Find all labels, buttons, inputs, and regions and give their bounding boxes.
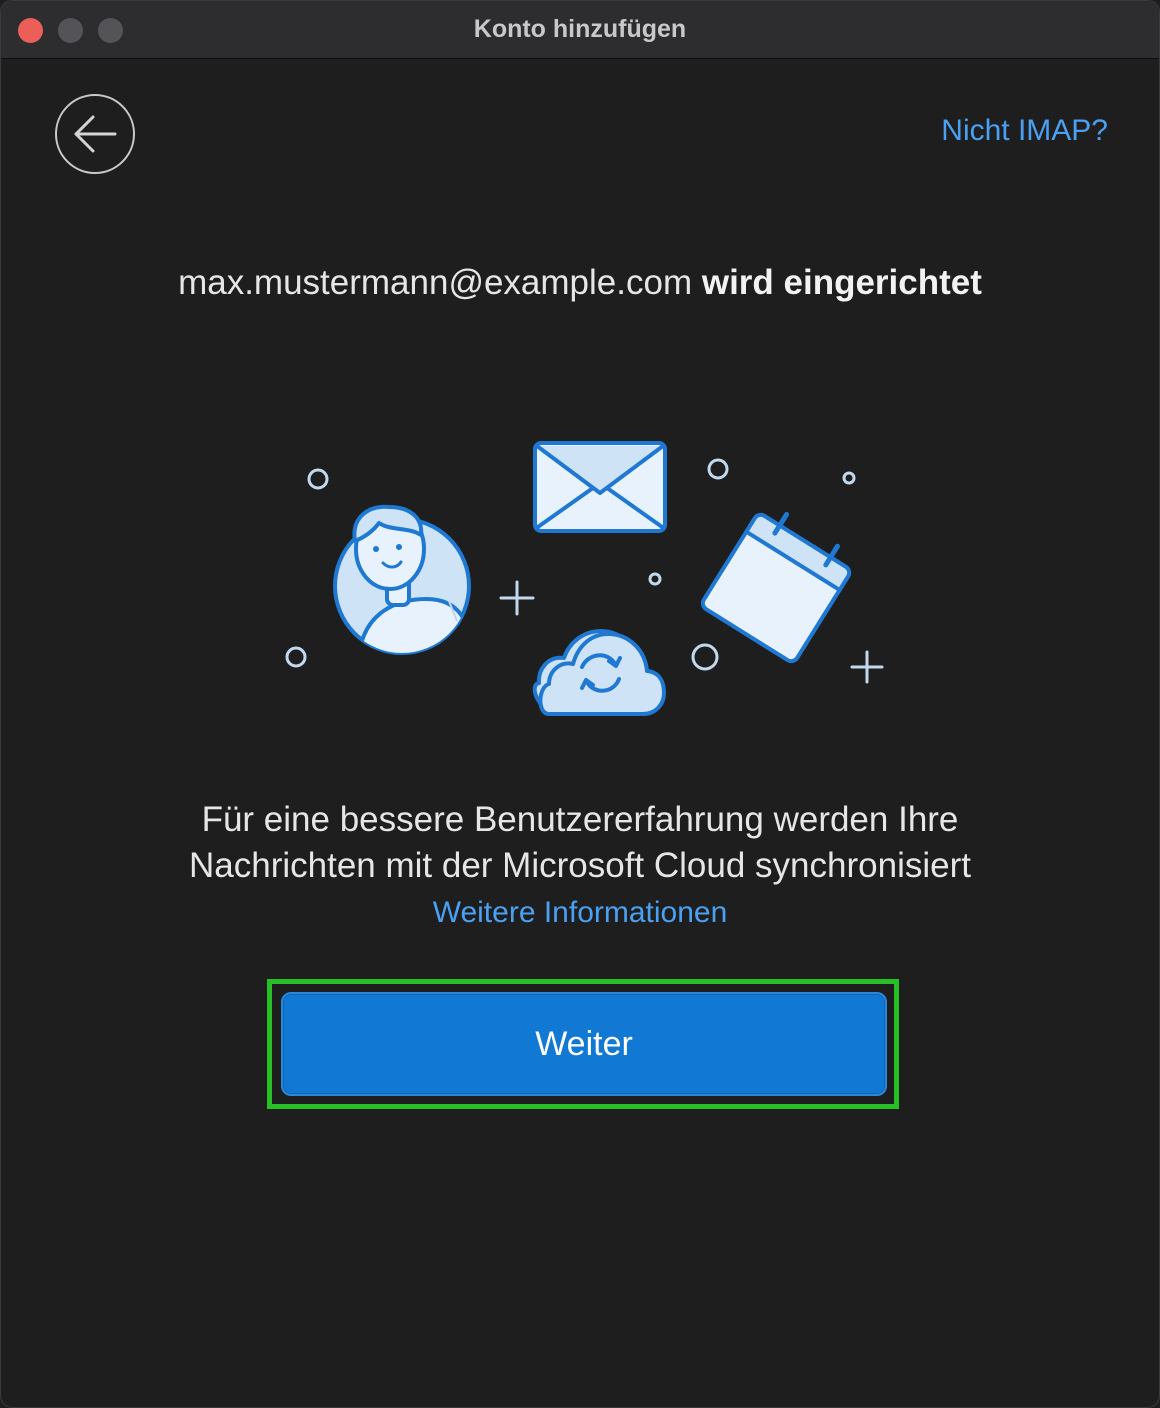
decor-circle-icon: [307, 468, 329, 490]
description-line: Für eine bessere Benutzererfahrung werde…: [201, 800, 959, 839]
cloud-sync-icon: [532, 629, 666, 716]
sync-illustration: [285, 441, 884, 716]
sync-description: Für eine bessere Benutzererfahrung werde…: [61, 797, 1099, 889]
add-account-window: Konto hinzufügen Nicht IMAP? max.musterm…: [0, 0, 1160, 1408]
plus-icon: [850, 650, 884, 684]
calendar-icon: [700, 511, 852, 664]
arrow-left-icon: [74, 115, 117, 153]
more-info-link[interactable]: Weitere Informationen: [433, 896, 728, 929]
more-info-row: Weitere Informationen: [1, 896, 1159, 930]
decor-circle-icon: [285, 646, 307, 668]
continue-button[interactable]: Weiter: [281, 992, 887, 1096]
not-imap-link[interactable]: Nicht IMAP?: [941, 114, 1108, 148]
decor-circle-icon: [691, 643, 719, 671]
window-title: Konto hinzufügen: [473, 15, 687, 43]
account-email: max.mustermann@example.com: [178, 263, 693, 302]
description-line: Nachrichten mit der Microsoft Cloud sync…: [189, 846, 971, 885]
decor-circle-icon: [707, 458, 729, 480]
decor-circle-icon: [648, 572, 662, 586]
back-button[interactable]: [55, 94, 135, 174]
decor-circle-icon: [842, 471, 856, 485]
setup-status: wird eingerichtet: [701, 263, 982, 302]
mail-envelope-icon: [533, 441, 667, 533]
plus-icon: [499, 580, 535, 616]
setup-heading: max.mustermann@example.com wird eingeric…: [1, 263, 1159, 303]
title-bar: Konto hinzufügen: [1, 1, 1159, 59]
user-avatar-icon: [333, 504, 471, 655]
